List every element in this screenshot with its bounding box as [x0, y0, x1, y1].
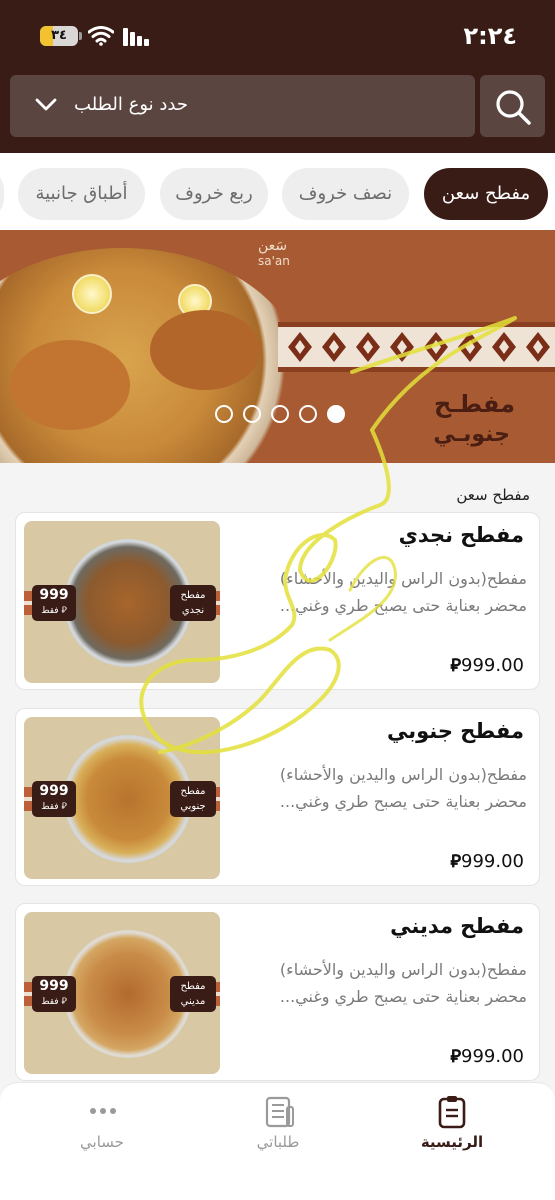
description-line: محضر بعناية حتى يصبح طري وغني... [279, 987, 527, 1006]
image-price-badge: 999 فقط ⃁ [32, 781, 76, 817]
image-price-badge: 999 فقط ⃁ [32, 976, 76, 1012]
image-price: 999 [39, 783, 69, 799]
product-card[interactable]: 999 فقط ⃁ مفطح مديني مفطح مديني مفطح(بدو… [15, 903, 540, 1081]
price-value: 999.00 [461, 1046, 524, 1067]
product-image: 999 فقط ⃁ مفطح جنوبي [24, 717, 220, 879]
decorative-pattern [278, 322, 555, 372]
product-title: مفطح نجدي [398, 523, 524, 547]
battery-icon: ٣٤ [40, 26, 78, 46]
more-dots-icon [90, 1108, 116, 1114]
brand-name-english: sa'an [258, 254, 290, 268]
chip-partial[interactable] [0, 168, 4, 220]
battery-cap [79, 32, 82, 40]
nav-account-label: حسابي [80, 1133, 124, 1151]
carousel-dot[interactable] [299, 405, 317, 423]
category-tabs: أطباق جانبية ربع خروف نصف خروف مفطح سعن [0, 153, 555, 231]
chip-side-dishes[interactable]: أطباق جانبية [18, 168, 145, 220]
banner-title: مفطـح [433, 390, 515, 418]
image-name-badge: مفطح نجدي [170, 585, 216, 621]
image-price-sub: فقط ⃁ [41, 802, 67, 812]
status-bar: ٣٤ ٢:٢٤ [0, 0, 555, 72]
product-price: ⃁999.00 [446, 653, 524, 676]
description-line: محضر بعناية حتى يصبح طري وغني... [279, 596, 527, 615]
carousel-dot[interactable] [215, 405, 233, 423]
home-clipboard-icon [438, 1096, 466, 1129]
search-button[interactable] [480, 75, 545, 137]
status-time: ٢:٢٤ [463, 22, 517, 50]
description-line: مفطح(بدون الراس واليدين والأحشاء) [279, 960, 527, 979]
order-type-placeholder: حدد نوع الطلب [74, 94, 188, 115]
product-title: مفطح جنوبي [386, 719, 524, 743]
banner-subtitle: جنوبـي [433, 422, 510, 447]
lemon-slice [72, 274, 112, 314]
product-image: 999 فقط ⃁ مفطح مديني [24, 912, 220, 1074]
product-title: مفطح مديني [390, 914, 524, 938]
section-title: مفطح سعن [456, 486, 530, 504]
product-description: مفطح(بدون الراس واليدين والأحشاء) محضر ب… [227, 761, 527, 815]
chevron-down-icon [35, 98, 57, 111]
image-name-badge: مفطح جنوبي [170, 781, 216, 817]
carousel-dot[interactable] [271, 405, 289, 423]
orders-icon [265, 1096, 294, 1128]
description-line: مفطح(بدون الراس واليدين والأحشاء) [279, 765, 527, 784]
nav-orders-label: طلباتي [256, 1133, 300, 1151]
meat-piece [10, 340, 130, 430]
image-price-sub: فقط ⃁ [41, 997, 67, 1007]
bottom-nav: الرئيسية طلباتي حسابي [0, 1082, 555, 1200]
product-card[interactable]: 999 فقط ⃁ مفطح نجدي مفطح نجدي مفطح(بدون … [15, 512, 540, 690]
order-type-select[interactable]: حدد نوع الطلب [10, 75, 475, 137]
image-price: 999 [39, 587, 69, 603]
signal-icon [123, 28, 149, 46]
battery-percentage: ٣٤ [51, 28, 67, 43]
price-value: 999.00 [461, 851, 524, 872]
image-price: 999 [39, 978, 69, 994]
product-description: مفطح(بدون الراس واليدين والأحشاء) محضر ب… [227, 565, 527, 619]
price-value: 999.00 [461, 655, 524, 676]
description-line: مفطح(بدون الراس واليدين والأحشاء) [279, 569, 527, 588]
nav-account[interactable]: حسابي [42, 1083, 162, 1200]
promo-banner[interactable]: سَعن sa'an مفطـح جنوبـي [0, 230, 555, 463]
product-image: 999 فقط ⃁ مفطح نجدي [24, 521, 220, 683]
chip-quarter-sheep[interactable]: ربع خروف [160, 168, 268, 220]
riyal-icon: ⃁ [450, 1046, 462, 1067]
nav-orders[interactable]: طلباتي [218, 1083, 338, 1200]
chip-half-sheep[interactable]: نصف خروف [282, 168, 409, 220]
image-price-badge: 999 فقط ⃁ [32, 585, 76, 621]
carousel-dot-active[interactable] [327, 405, 345, 423]
riyal-icon: ⃁ [450, 851, 462, 872]
product-price: ⃁999.00 [446, 849, 524, 872]
image-name-badge: مفطح مديني [170, 976, 216, 1012]
chip-mufattah-saan[interactable]: مفطح سعن [424, 168, 548, 220]
brand-name-arabic: سَعن [258, 238, 288, 254]
nav-home-label: الرئيسية [420, 1133, 484, 1151]
product-card[interactable]: 999 فقط ⃁ مفطح جنوبي مفطح جنوبي مفطح(بدو… [15, 708, 540, 886]
wifi-icon [88, 26, 114, 46]
product-price: ⃁999.00 [446, 1044, 524, 1067]
image-price-sub: فقط ⃁ [41, 606, 67, 616]
product-description: مفطح(بدون الراس واليدين والأحشاء) محضر ب… [227, 956, 527, 1010]
nav-home[interactable]: الرئيسية [392, 1083, 512, 1200]
meat-piece [150, 310, 260, 390]
search-icon [496, 90, 531, 125]
riyal-icon: ⃁ [450, 655, 462, 676]
description-line: محضر بعناية حتى يصبح طري وغني... [279, 792, 527, 811]
app-header: ٣٤ ٢:٢٤ حدد نوع الطلب [0, 0, 555, 153]
carousel-dot[interactable] [243, 405, 261, 423]
